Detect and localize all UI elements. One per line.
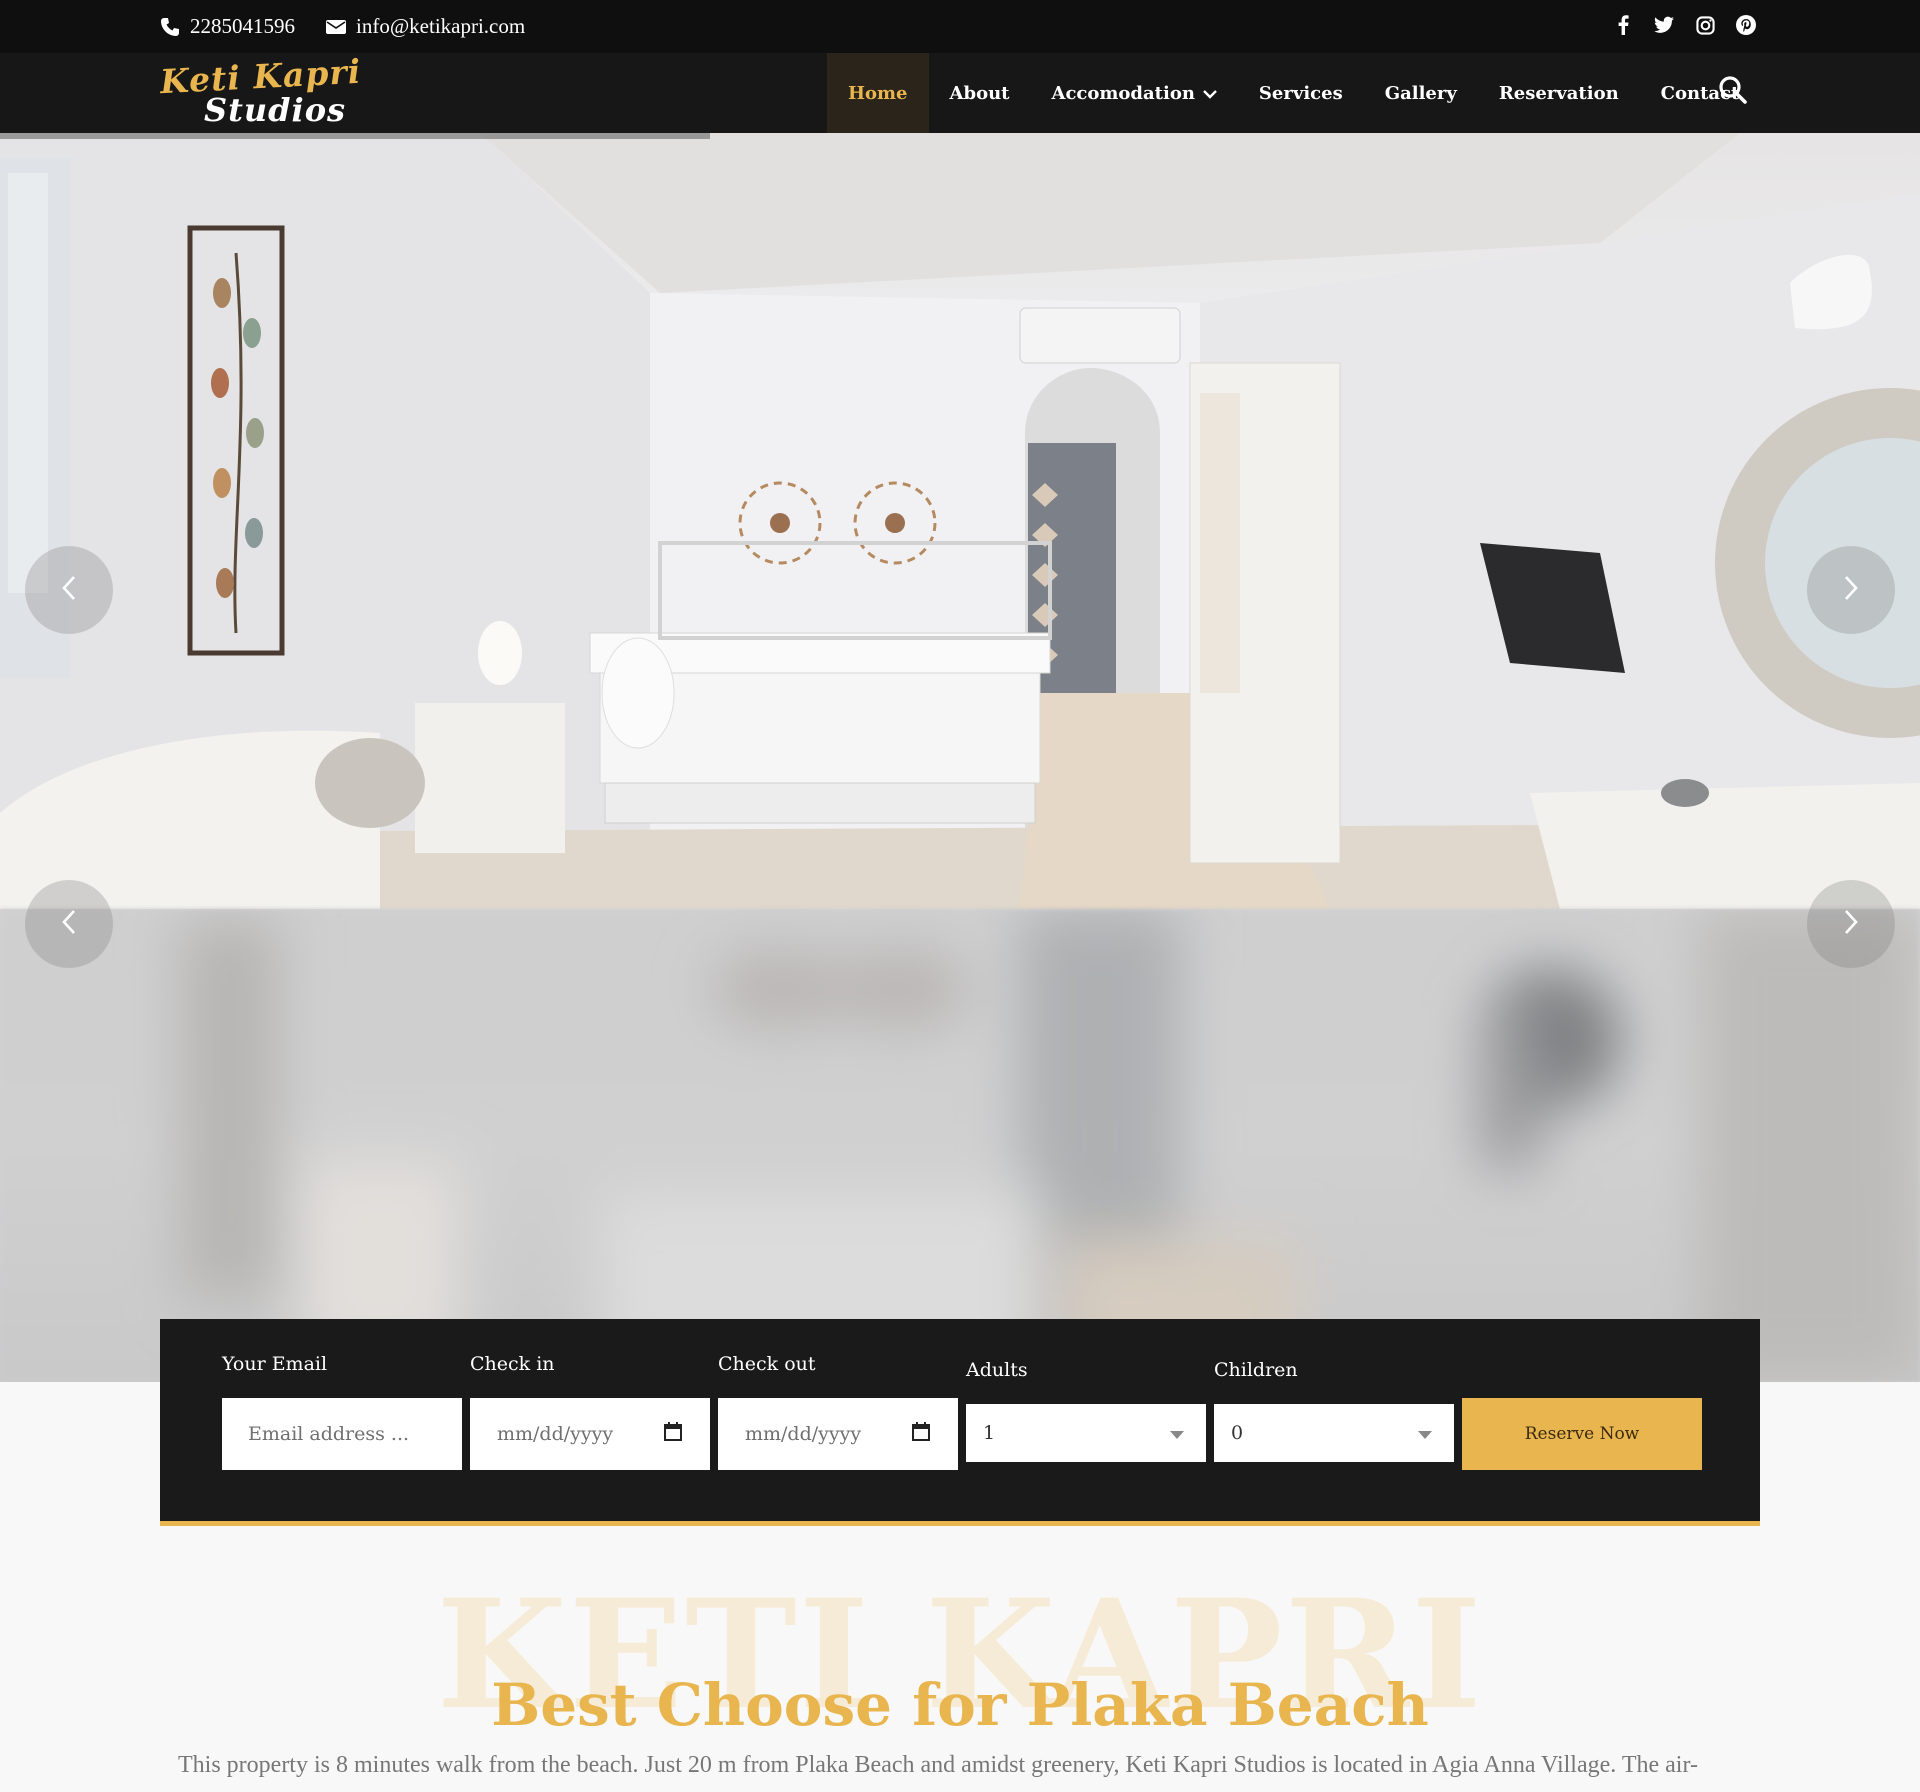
checkout-date-input[interactable]: mm/dd/yyyy [718,1398,958,1470]
adults-label: Adults [966,1359,1028,1381]
chevron-left-icon [61,909,77,939]
chevron-down-icon [1203,83,1217,104]
checkin-label: Check in [470,1353,555,1375]
children-label: Children [1214,1359,1298,1381]
children-value: 0 [1231,1422,1244,1444]
phone-number: 2285041596 [190,14,295,38]
search-button[interactable] [1716,75,1750,109]
social-links [1613,14,1756,36]
email-address: info@ketikapri.com [356,14,526,38]
nav-accomodation-label: Accomodation [1051,82,1195,104]
intro-paragraph: This property is 8 minutes walk from the… [178,1752,1698,1778]
email-placeholder: Email address ... [248,1423,410,1445]
site-logo[interactable]: Keti Kapri Studios [159,52,380,131]
adults-select[interactable]: 1 [966,1404,1206,1462]
checkin-value: mm/dd/yyyy [497,1423,614,1445]
phone-icon [160,17,180,37]
hero-slider [0,133,1920,1382]
nav-services[interactable]: Services [1238,53,1364,133]
phone-contact[interactable]: 2285041596 [160,14,295,39]
slider-prev-button[interactable] [25,546,113,634]
main-header: Keti Kapri Studios Home About Accomodati… [0,52,1920,133]
email-contact[interactable]: info@ketikapri.com [326,14,525,39]
chevron-right-icon [1843,909,1859,939]
email-label: Your Email [222,1353,328,1375]
checkout-label: Check out [718,1353,816,1375]
email-field[interactable]: Email address ... [222,1398,462,1470]
checkin-date-input[interactable]: mm/dd/yyyy [470,1398,710,1470]
calendar-icon [912,1422,930,1446]
reserve-now-button[interactable]: Reserve Now [1462,1398,1702,1470]
pinterest-icon[interactable] [1736,14,1756,36]
nav-gallery[interactable]: Gallery [1364,53,1478,133]
nav-reservation[interactable]: Reservation [1478,53,1640,133]
instagram-icon[interactable] [1695,14,1715,36]
checkout-value: mm/dd/yyyy [745,1423,862,1445]
nav-accomodation[interactable]: Accomodation [1030,53,1237,133]
calendar-icon [664,1422,682,1446]
slider-progress-bar [0,133,710,139]
slider-backdrop [0,909,1920,1382]
slider-prev-button-2[interactable] [25,880,113,968]
logo-line-2: Studios [204,91,347,129]
nav-home[interactable]: Home [827,53,929,133]
section-heading: Best Choose for Plaka Beach [491,1671,1429,1739]
envelope-icon [326,19,346,35]
facebook-icon[interactable] [1613,14,1633,36]
search-icon [1718,75,1748,109]
adults-value: 1 [983,1422,996,1444]
room-photo [0,133,1920,909]
chevron-left-icon [61,575,77,605]
caret-down-icon [1170,1422,1184,1444]
nav-about[interactable]: About [929,53,1031,133]
caret-down-icon [1418,1422,1432,1444]
slider-next-button[interactable] [1807,546,1895,634]
children-select[interactable]: 0 [1214,1404,1454,1462]
top-bar: 2285041596 info@ketikapri.com [0,0,1920,53]
slider-next-button-2[interactable] [1807,880,1895,968]
chevron-right-icon [1843,575,1859,605]
main-nav: Home About Accomodation Services Gallery… [827,53,1760,133]
twitter-icon[interactable] [1654,14,1674,36]
booking-form: Your Email Email address ... Check in mm… [160,1319,1760,1526]
